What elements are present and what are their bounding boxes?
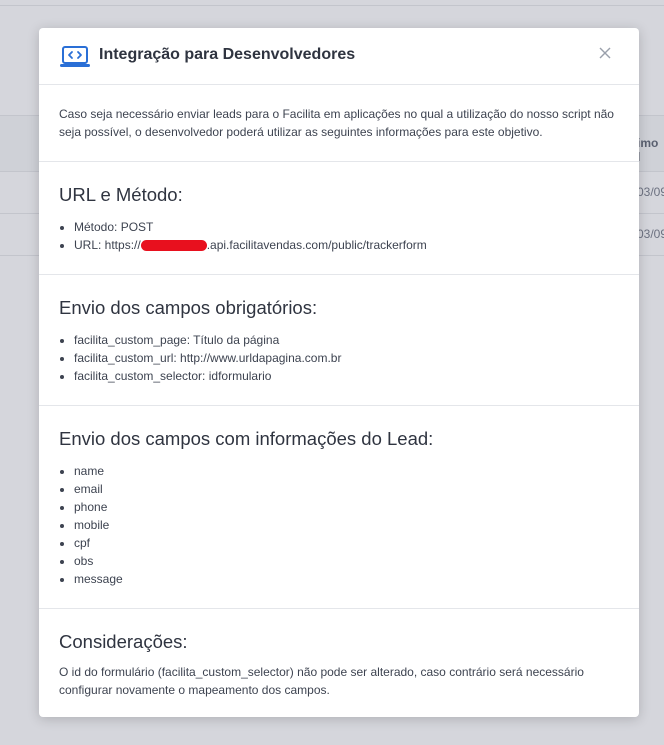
list-item: email (74, 480, 619, 498)
considerations-section: Considerações: O id do formulário (facil… (39, 609, 639, 717)
url-suffix: .api.facilitavendas.com/public/trackerfo… (206, 238, 427, 252)
list-item: mobile (74, 516, 619, 534)
table-cell-date: 03/09 (637, 227, 664, 241)
developer-integration-modal: Integração para Desenvolvedores Caso sej… (39, 28, 639, 717)
redaction-mark (140, 239, 207, 251)
laptop-code-icon (60, 46, 90, 67)
lead-fields-section: Envio dos campos com informações do Lead… (39, 406, 639, 609)
list-item: cpf (74, 534, 619, 552)
section-title: Envio dos campos com informações do Lead… (59, 428, 434, 449)
section-title: Considerações: (59, 631, 188, 652)
list-item: phone (74, 498, 619, 516)
url-prefix: URL: https:// (74, 238, 141, 252)
list-item: facilita_custom_selector: idformulario (74, 367, 619, 385)
url-method-section: URL e Método: Método: POST URL: https://… (39, 162, 639, 275)
list-item: name (74, 462, 619, 480)
required-fields-section: Envio dos campos obrigatórios: facilita_… (39, 275, 639, 406)
modal-header: Integração para Desenvolvedores (39, 28, 639, 85)
intro-text: Caso seja necessário enviar leads para o… (59, 107, 614, 139)
list-item: facilita_custom_url: http://www.urldapag… (74, 349, 619, 367)
close-icon[interactable] (597, 45, 613, 61)
column-header: imo l (637, 136, 659, 164)
list-item: Método: POST (74, 218, 619, 236)
intro-section: Caso seja necessário enviar leads para o… (39, 85, 639, 162)
section-title: Envio dos campos obrigatórios: (59, 297, 318, 318)
table-cell-date: 03/09 (637, 185, 664, 199)
list-item: obs (74, 552, 619, 570)
modal-title: Integração para Desenvolvedores (99, 46, 356, 63)
url-method-list: Método: POST URL: https:// .api.facilitav… (59, 218, 619, 254)
list-item: facilita_custom_page: Título da página (74, 331, 619, 349)
list-item: URL: https:// .api.facilitavendas.com/pub… (74, 236, 619, 254)
section-title: URL e Método: (59, 184, 183, 205)
considerations-text: O id do formulário (facilita_custom_sele… (59, 665, 584, 697)
divider (0, 5, 664, 6)
lead-fields-list: name email phone mobile cpf obs message (59, 462, 619, 588)
required-fields-list: facilita_custom_page: Título da página f… (59, 331, 619, 385)
list-item: message (74, 570, 619, 588)
